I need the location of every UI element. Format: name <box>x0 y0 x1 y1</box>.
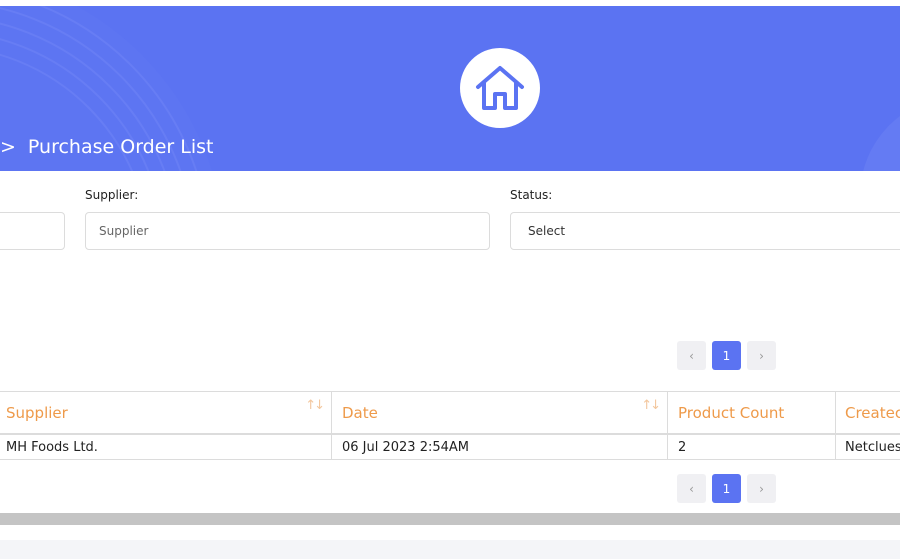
supplier-placeholder: Supplier <box>99 224 149 238</box>
cell-date: 06 Jul 2023 2:54AM <box>332 435 668 459</box>
table-row[interactable]: MH Foods Ltd. 06 Jul 2023 2:54AM 2 Netcl… <box>0 435 900 460</box>
page-number: 1 <box>722 481 731 496</box>
column-header-label: Supplier <box>6 403 68 422</box>
horizontal-scrollbar[interactable] <box>0 513 900 525</box>
supplier-label: Supplier: <box>85 188 139 202</box>
page-number: 1 <box>722 348 731 363</box>
breadcrumb: > Purchase Order List <box>0 132 214 162</box>
next-page-button[interactable]: › <box>747 341 776 370</box>
purchase-order-table: Supplier ↑↓ Date ↑↓ Product Count Create… <box>0 391 900 460</box>
status-label: Status: <box>510 188 553 202</box>
column-header-supplier[interactable]: Supplier ↑↓ <box>0 392 332 433</box>
page-title: Purchase Order List <box>27 136 214 158</box>
column-header-product-count[interactable]: Product Count <box>668 392 836 433</box>
page-1-button[interactable]: 1 <box>712 474 741 503</box>
home-icon <box>476 66 524 110</box>
column-header-created[interactable]: Createc <box>836 392 900 433</box>
pagination-top: ‹ 1 › <box>677 341 776 370</box>
table-header: Supplier ↑↓ Date ↑↓ Product Count Create… <box>0 392 900 435</box>
column-header-label: Product Count <box>678 403 785 422</box>
pagination-bottom: ‹ 1 › <box>677 474 776 503</box>
prev-page-button[interactable]: ‹ <box>677 474 706 503</box>
breadcrumb-separator: > <box>0 136 16 158</box>
prev-page-button[interactable]: ‹ <box>677 341 706 370</box>
sort-icon[interactable]: ↑↓ <box>641 398 661 413</box>
status-select-value: Select <box>528 224 566 238</box>
page-banner: > Purchase Order List <box>0 6 900 171</box>
chevron-right-icon: › <box>759 481 764 496</box>
cell-created-by: Netclues <box>845 439 900 455</box>
sort-icon[interactable]: ↑↓ <box>305 398 325 413</box>
date-filter-input[interactable] <box>0 212 65 250</box>
next-page-button[interactable]: › <box>747 474 776 503</box>
cell-supplier: MH Foods Ltd. <box>0 435 332 459</box>
supplier-input[interactable]: Supplier <box>85 212 490 250</box>
home-button[interactable] <box>460 48 540 128</box>
chevron-right-icon: › <box>759 348 764 363</box>
status-select[interactable]: Select <box>510 212 900 250</box>
column-header-label: Createc <box>845 403 900 422</box>
column-header-date[interactable]: Date ↑↓ <box>332 392 668 433</box>
chevron-left-icon: ‹ <box>689 348 694 363</box>
column-header-label: Date <box>342 403 378 422</box>
chevron-left-icon: ‹ <box>689 481 694 496</box>
page-1-button[interactable]: 1 <box>712 341 741 370</box>
cell-product-count: 2 <box>668 435 836 459</box>
footer-area <box>0 540 900 559</box>
